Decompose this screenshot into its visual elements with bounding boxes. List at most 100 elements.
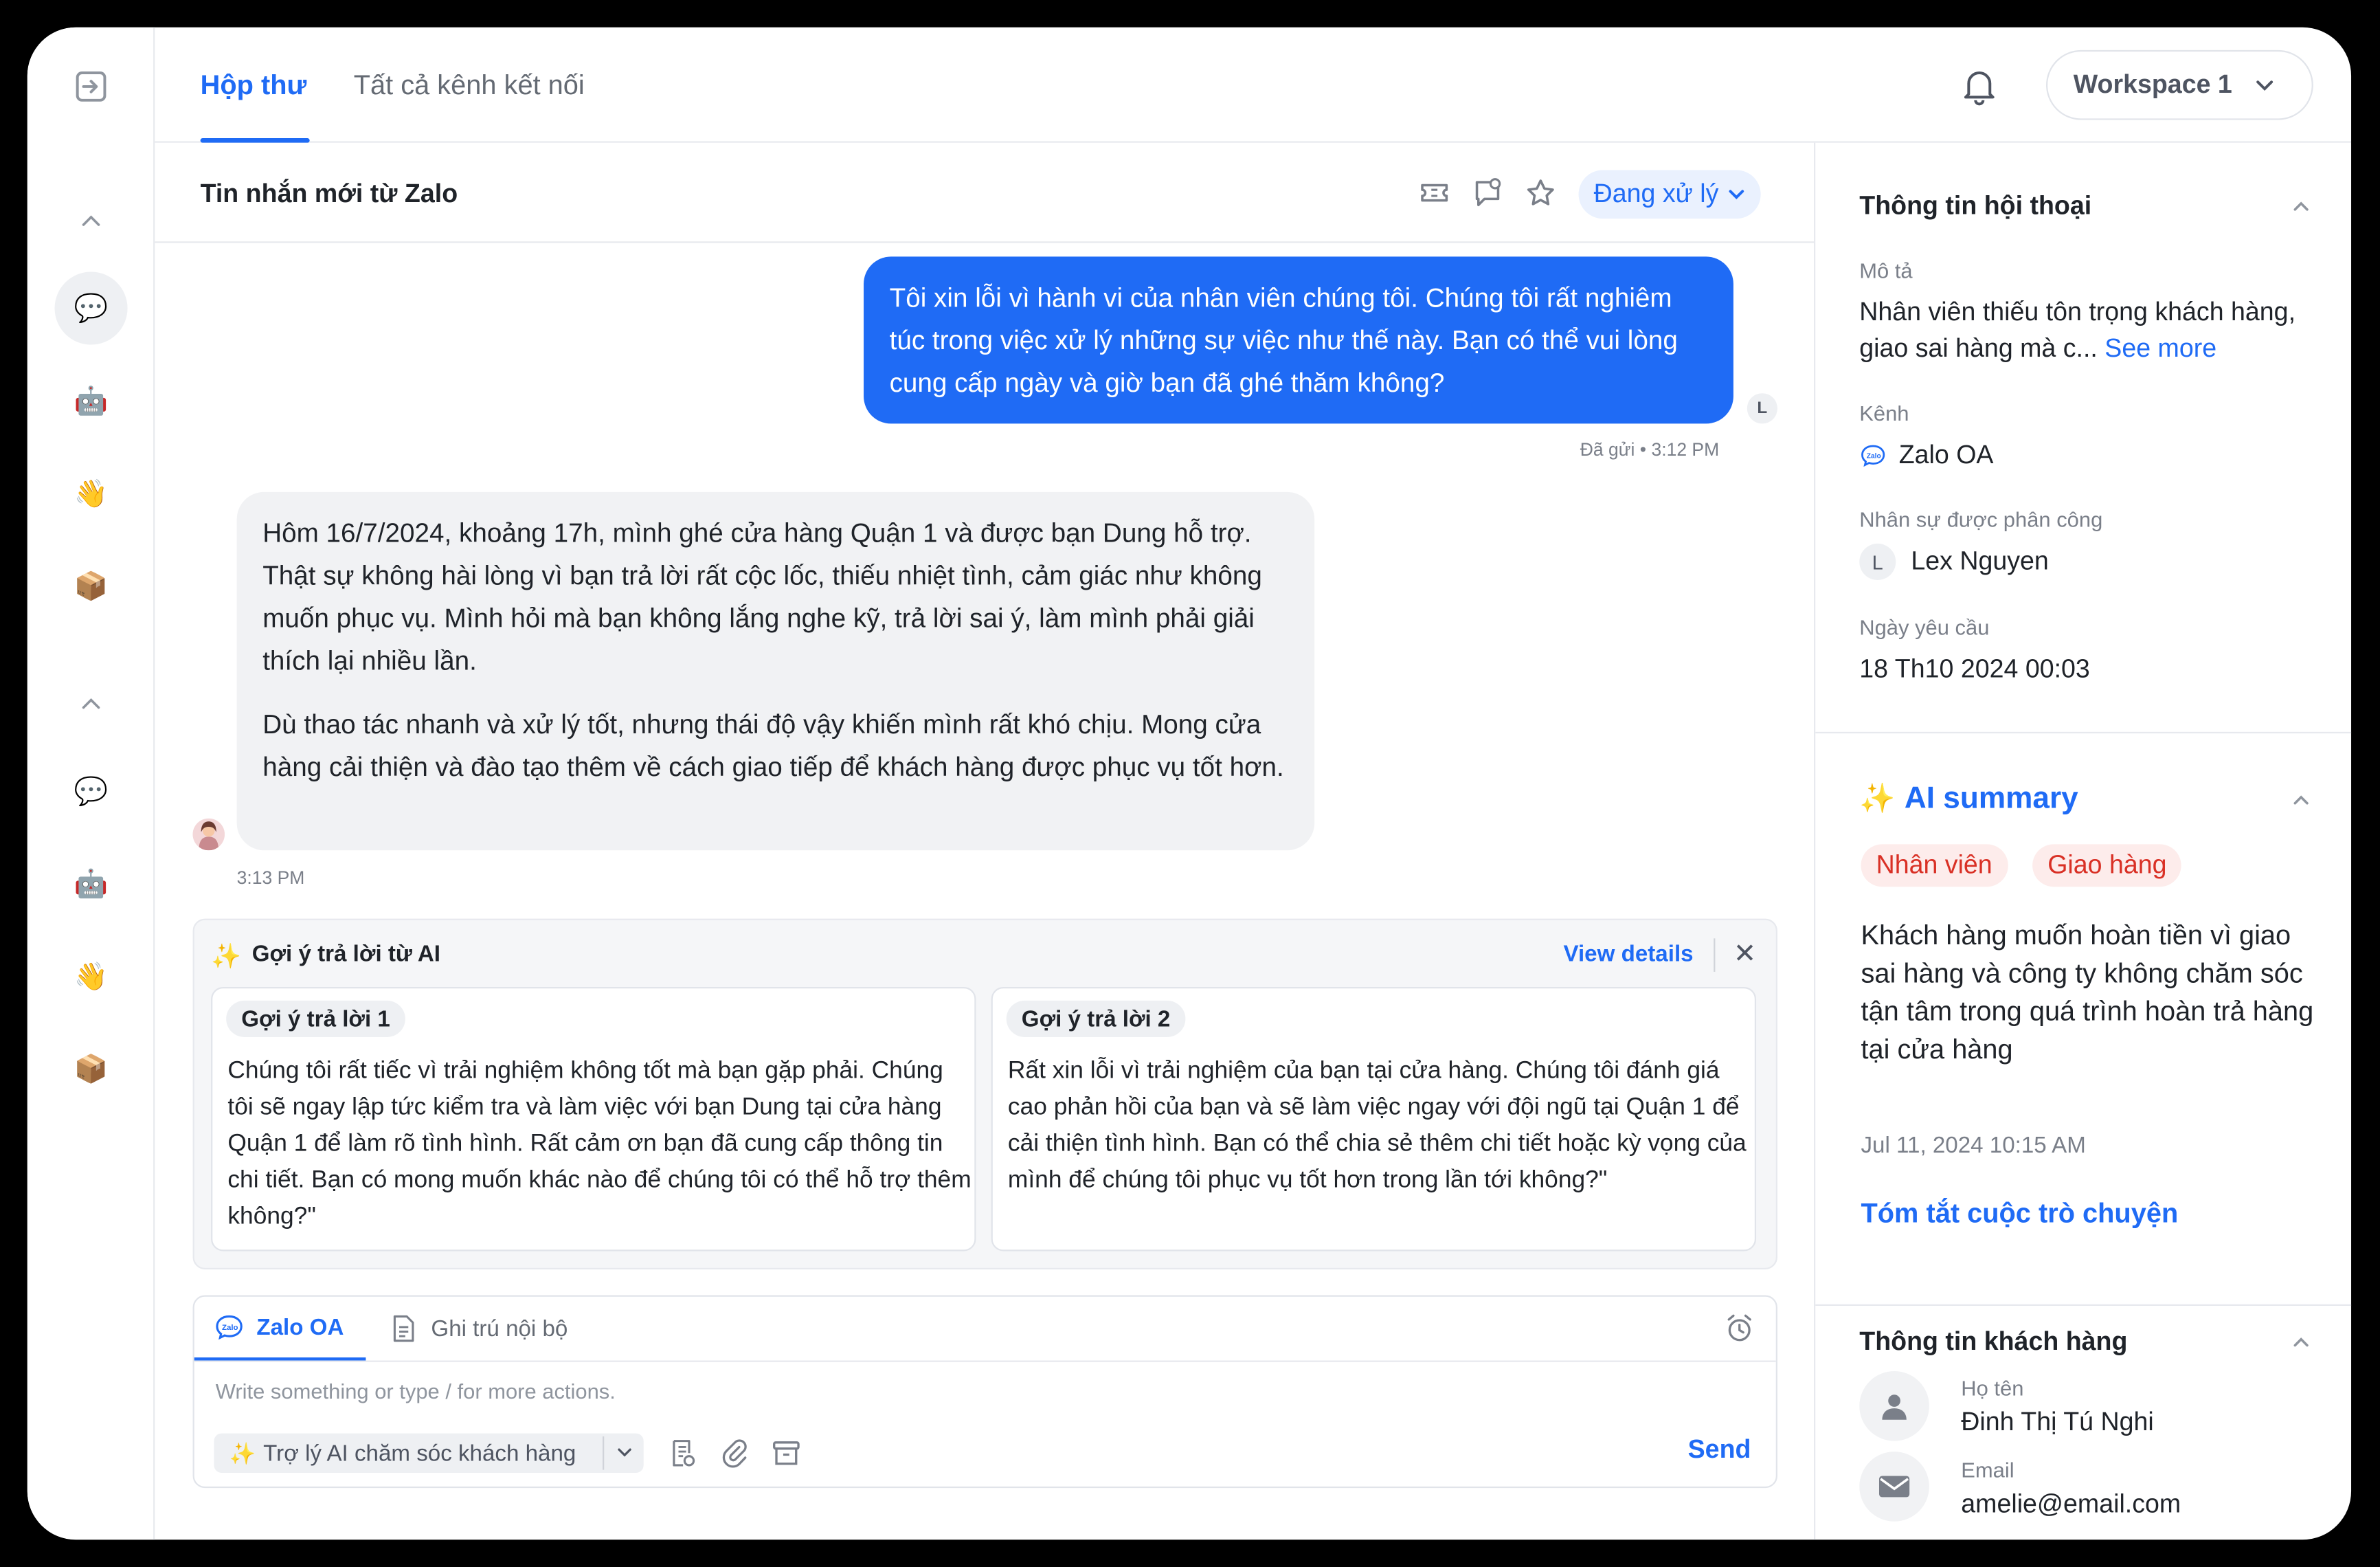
chevron-down-icon <box>2256 80 2273 91</box>
tab-internal-note[interactable]: Ghi trú nội bộ <box>392 1297 568 1361</box>
tab-inbox[interactable]: Hộp thư <box>201 70 307 102</box>
description-value: Nhân viên thiếu tôn trọng khách hàng, gi… <box>1859 295 2315 368</box>
ai-summary-date: Jul 11, 2024 10:15 AM <box>1861 1133 2086 1159</box>
rail-package-button-2[interactable]: 📦 <box>55 1032 128 1105</box>
suggestion-card-1[interactable]: Gợi ý trả lời 1 Chúng tôi rất tiếc vì tr… <box>211 987 976 1252</box>
package-icon: 📦 <box>74 1053 109 1084</box>
incoming-paragraph-1: Hôm 16/7/2024, khoảng 17h, mình ghé cửa … <box>262 518 1262 676</box>
tag-delivery: Giao hàng <box>2032 844 2182 887</box>
ticket-button[interactable] <box>1417 176 1451 210</box>
ticket-icon <box>1421 184 1448 202</box>
workspace-selector[interactable]: Workspace 1 <box>2046 49 2313 120</box>
status-label: Đang xử lý <box>1593 179 1719 208</box>
collapse-sidebar-button[interactable] <box>74 70 108 104</box>
group2-toggle[interactable] <box>79 692 103 716</box>
rail-robot-button[interactable]: 🤖 <box>55 364 128 437</box>
star-button[interactable] <box>1524 176 1558 210</box>
meta-dot: • <box>1639 438 1652 460</box>
agent-avatar: L <box>1747 393 1777 424</box>
sent-time: 3:12 PM <box>1651 438 1720 460</box>
wave-icon: 👋 <box>74 960 109 991</box>
email-icon-wrap <box>1859 1452 1929 1522</box>
conversation-info-toggle[interactable] <box>2291 196 2312 217</box>
person-icon <box>1882 1394 1907 1420</box>
conversation-header: Tin nhắn mới từ Zalo Đang xử lý <box>155 143 1814 243</box>
ai-summary-label: AI summary <box>1904 781 2078 815</box>
chevron-down-icon <box>1729 190 1744 200</box>
rail-wave-button[interactable]: 👋 <box>55 457 128 530</box>
message-input[interactable]: Write something or type / for more actio… <box>216 1379 616 1403</box>
robot-icon: 🤖 <box>74 385 109 416</box>
wave-icon: 👋 <box>74 477 109 509</box>
zalo-icon: Zalo <box>216 1315 243 1340</box>
request-date-label: Ngày yêu cầu <box>1859 614 1990 640</box>
alarm-clock-icon <box>1727 1314 1751 1342</box>
tab-zalo-label: Zalo OA <box>256 1314 344 1340</box>
customer-email-value: amelie@email.com <box>1961 1489 2181 1519</box>
paperclip-icon <box>722 1439 747 1468</box>
channel-name: Zalo OA <box>1898 440 1994 469</box>
chevron-down-icon <box>617 1447 631 1456</box>
customer-email-label: Email <box>1961 1457 2014 1482</box>
comment-button[interactable] <box>1471 176 1505 210</box>
divider <box>194 1360 1776 1362</box>
view-details-link[interactable]: View details <box>1563 942 1693 968</box>
ai-assistant-dropdown[interactable] <box>604 1441 643 1467</box>
close-icon[interactable]: ✕ <box>1733 938 1756 970</box>
svg-text:Zalo: Zalo <box>222 1324 238 1332</box>
see-more-link[interactable]: See more <box>2104 334 2216 363</box>
ai-suggestion-title: Gợi ý trả lời từ AI <box>251 941 441 968</box>
chevron-up-icon <box>82 698 100 709</box>
template-button[interactable] <box>668 1438 698 1468</box>
channel-value: Zalo Zalo OA <box>1859 441 1993 471</box>
svg-text:Zalo: Zalo <box>1867 452 1881 460</box>
status-dropdown[interactable]: Đang xử lý <box>1578 170 1762 219</box>
workspace-label: Workspace 1 <box>2073 69 2232 99</box>
incoming-time: 3:13 PM <box>236 867 305 889</box>
assignee-value[interactable]: L Lex Nguyen <box>1859 543 2049 580</box>
suggestion-card-2[interactable]: Gợi ý trả lời 2 Rất xin lỗi vì trải nghi… <box>991 987 1757 1252</box>
send-button[interactable]: Send <box>1688 1435 1751 1465</box>
schedule-button[interactable] <box>1725 1313 1755 1344</box>
attach-button[interactable] <box>719 1438 750 1468</box>
conversation-info-title: Thông tin hội thoại <box>1859 191 2092 221</box>
document-icon <box>393 1315 414 1342</box>
chevron-up-icon <box>2293 1337 2309 1347</box>
sparkle-icon: ✨ <box>211 944 242 970</box>
rail-chat-button-2[interactable]: 💬 <box>55 755 128 827</box>
ai-assistant-label-wrap: ✨ Trợ lý AI chăm sóc khách hàng <box>214 1441 603 1467</box>
tab-zalo-oa[interactable]: Zalo Zalo OA <box>194 1297 366 1361</box>
ai-assistant-label: Trợ lý AI chăm sóc khách hàng <box>263 1440 576 1467</box>
group1-toggle[interactable] <box>79 210 103 234</box>
divider <box>1815 1304 2352 1306</box>
package-icon: 📦 <box>74 570 109 601</box>
outgoing-message: Tôi xin lỗi vì hành vi của nhân viên chú… <box>864 256 1733 424</box>
rail-robot-button-2[interactable]: 🤖 <box>55 847 128 920</box>
archive-button[interactable] <box>771 1438 801 1468</box>
rail-chat-button[interactable]: 💬 <box>54 271 128 345</box>
top-bar: Hộp thư Tất cả kênh kết nối Workspace 1 <box>155 27 2352 143</box>
suggestion-tag: Gợi ý trả lời 2 <box>1006 1000 1186 1037</box>
suggestion-text: Rất xin lỗi vì trải nghiệm của bạn tại c… <box>1007 1058 1747 1194</box>
conversation-title: Tin nhắn mới từ Zalo <box>200 179 458 208</box>
ai-assistant-selector[interactable]: ✨ Trợ lý AI chăm sóc khách hàng <box>214 1433 644 1474</box>
ai-summary-toggle[interactable] <box>2291 790 2312 811</box>
rail-wave-button-2[interactable]: 👋 <box>55 940 128 1013</box>
email-icon <box>1878 1476 1910 1498</box>
customer-name-value: Đinh Thị Tú Nghi <box>1961 1408 2154 1436</box>
assignee-name: Lex Nguyen <box>1911 546 2049 576</box>
rail-package-button[interactable]: 📦 <box>55 550 128 623</box>
customer-info-toggle[interactable] <box>2291 1332 2312 1353</box>
summarize-conversation-link[interactable]: Tóm tắt cuộc trò chuyện <box>1861 1198 2178 1230</box>
tab-all-channels[interactable]: Tất cả kênh kết nối <box>354 70 585 102</box>
chevron-up-icon <box>2293 795 2309 805</box>
description-label: Mô tả <box>1859 258 1913 282</box>
bell-icon <box>1964 71 1995 106</box>
message-composer: Zalo Zalo OA Ghi trú nội bộ Write someth… <box>192 1295 1777 1489</box>
notifications-button[interactable] <box>1961 67 1997 106</box>
request-date-value: 18 Th10 2024 00:03 <box>1859 654 2090 684</box>
tag-staff: Nhân viên <box>1861 844 2008 887</box>
incoming-message: Hôm 16/7/2024, khoảng 17h, mình ghé cửa … <box>236 491 1315 851</box>
active-tab-indicator <box>200 138 310 143</box>
message-meta: Đã gửi • 3:12 PM <box>1580 438 1719 460</box>
